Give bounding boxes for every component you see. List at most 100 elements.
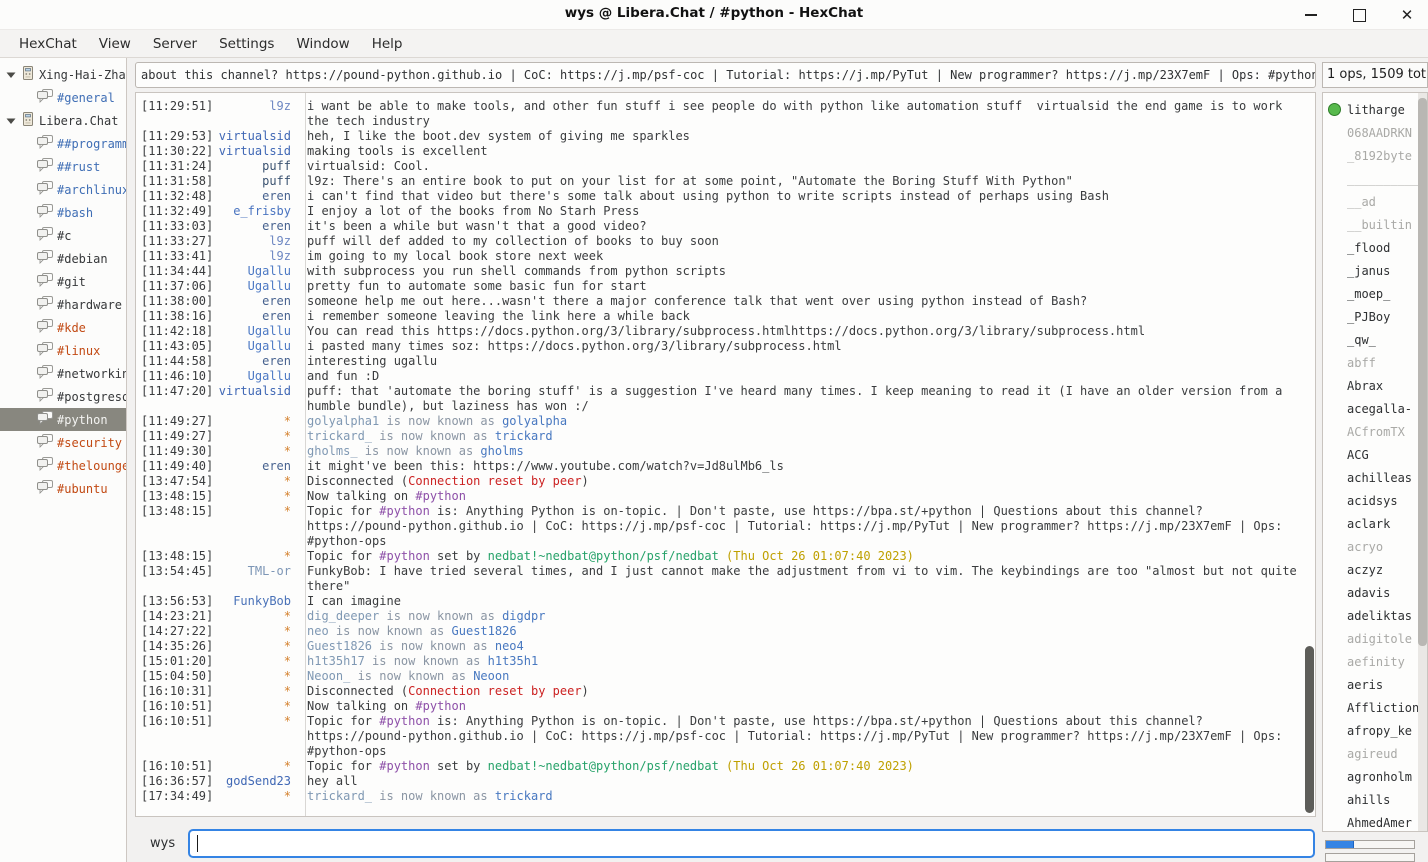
nick[interactable]: *	[213, 489, 298, 504]
network-item-Xing-Hai-Zhan[interactable]: Xing-Hai-Zhan	[0, 63, 126, 86]
menu-item-settings[interactable]: Settings	[208, 32, 285, 56]
user-list-item[interactable]: _qw_	[1323, 328, 1427, 351]
menu-item-help[interactable]: Help	[361, 32, 414, 56]
menu-item-view[interactable]: View	[88, 32, 142, 56]
nick[interactable]: *	[213, 429, 298, 444]
user-list-item[interactable]: _PJBoy	[1323, 305, 1427, 328]
nick[interactable]: eren	[213, 219, 298, 234]
nick[interactable]: Ugallu	[213, 279, 298, 294]
user-list-item[interactable]: aefinity	[1323, 650, 1427, 673]
channel-item-archlinux[interactable]: #archlinux	[0, 178, 126, 201]
nick[interactable]: Ugallu	[213, 369, 298, 384]
nick[interactable]: *	[213, 549, 298, 564]
user-list-item[interactable]: adeliktas	[1323, 604, 1427, 627]
channel-item-security[interactable]: #security	[0, 431, 126, 454]
user-list-item[interactable]: acryo	[1323, 535, 1427, 558]
topic-bar[interactable]: about this channel? https://pound-python…	[135, 62, 1316, 88]
user-list-item[interactable]: ahills	[1323, 788, 1427, 811]
nick[interactable]: virtualsid	[213, 384, 298, 414]
channel-item-hardware[interactable]: #hardware	[0, 293, 126, 316]
user-list-item[interactable]: _janus	[1323, 259, 1427, 282]
nick[interactable]: *	[213, 609, 298, 624]
user-list-item[interactable]: afropy_ke	[1323, 719, 1427, 742]
nick[interactable]: puff	[213, 174, 298, 189]
user-list-item[interactable]: Abrax	[1323, 374, 1427, 397]
user-list-item[interactable]: ___________	[1323, 167, 1427, 190]
nick[interactable]: *	[213, 669, 298, 684]
channel-item-debian[interactable]: #debian	[0, 247, 126, 270]
user-list-item[interactable]: adavis	[1323, 581, 1427, 604]
user-list-item[interactable]: 068AADRKN	[1323, 121, 1427, 144]
channel-item-rust[interactable]: ##rust	[0, 155, 126, 178]
nick[interactable]: *	[213, 714, 298, 759]
nick[interactable]: l9z	[213, 249, 298, 264]
close-icon[interactable]: ✕	[1396, 4, 1418, 26]
user-list-item[interactable]: aeris	[1323, 673, 1427, 696]
menu-item-window[interactable]: Window	[285, 32, 360, 56]
menu-item-server[interactable]: Server	[142, 32, 208, 56]
nick[interactable]: *	[213, 414, 298, 429]
user-list-item[interactable]: adigitole	[1323, 627, 1427, 650]
user-list-item[interactable]: __builtin	[1323, 213, 1427, 236]
user-list-item[interactable]: achilleas	[1323, 466, 1427, 489]
user-list-item[interactable]: acidsys	[1323, 489, 1427, 512]
nick[interactable]: *	[213, 624, 298, 639]
nick[interactable]: l9z	[213, 99, 298, 129]
nick[interactable]: eren	[213, 189, 298, 204]
user-list-item[interactable]: __ad	[1323, 190, 1427, 213]
channel-item-python[interactable]: #python	[0, 408, 126, 431]
channel-item-git[interactable]: #git	[0, 270, 126, 293]
nick[interactable]: *	[213, 684, 298, 699]
menu-item-hexchat[interactable]: HexChat	[8, 32, 88, 56]
channel-item-networking[interactable]: #networking	[0, 362, 126, 385]
channel-item-programming[interactable]: ##programming	[0, 132, 126, 155]
nick[interactable]: Ugallu	[213, 339, 298, 354]
channel-item-ubuntu[interactable]: #ubuntu	[0, 477, 126, 500]
nick[interactable]: l9z	[213, 234, 298, 249]
channel-item-thelounge[interactable]: #thelounge	[0, 454, 126, 477]
user-list-item[interactable]: aclark	[1323, 512, 1427, 535]
nick[interactable]: TML-or	[213, 564, 298, 594]
user-list-item[interactable]: ACfromTX	[1323, 420, 1427, 443]
channel-item-linux[interactable]: #linux	[0, 339, 126, 362]
channel-item-postgresql[interactable]: #postgresql	[0, 385, 126, 408]
chat-scrollbar[interactable]	[1305, 646, 1314, 813]
user-list-item[interactable]: ACG	[1323, 443, 1427, 466]
channel-item-c[interactable]: #c	[0, 224, 126, 247]
maximize-icon[interactable]	[1348, 4, 1370, 26]
nick[interactable]: *	[213, 654, 298, 669]
nick[interactable]: eren	[213, 309, 298, 324]
channel-item-general[interactable]: #general	[0, 86, 126, 109]
nick[interactable]: *	[213, 789, 298, 804]
nick[interactable]: puff	[213, 159, 298, 174]
nick[interactable]: eren	[213, 294, 298, 309]
nick[interactable]: godSend23	[213, 774, 298, 789]
user-list-item[interactable]: _8192byte	[1323, 144, 1427, 167]
nick[interactable]: e_frisby	[213, 204, 298, 219]
user-list-item[interactable]: abff	[1323, 351, 1427, 374]
expander-icon[interactable]	[4, 114, 18, 128]
user-list-item[interactable]: _flood	[1323, 236, 1427, 259]
nick[interactable]: *	[213, 699, 298, 714]
nick[interactable]: *	[213, 504, 298, 549]
nick[interactable]: virtualsid	[213, 144, 298, 159]
nick[interactable]: *	[213, 639, 298, 654]
expander-icon[interactable]	[4, 68, 18, 82]
message-input[interactable]	[190, 831, 1313, 856]
nick[interactable]: FunkyBob	[213, 594, 298, 609]
channel-item-bash[interactable]: #bash	[0, 201, 126, 224]
message-input-box[interactable]	[188, 829, 1315, 858]
nick[interactable]: *	[213, 474, 298, 489]
user-list-item[interactable]: aczyz	[1323, 558, 1427, 581]
nick[interactable]: Ugallu	[213, 264, 298, 279]
nick[interactable]: virtualsid	[213, 129, 298, 144]
network-item-Libera.Chat[interactable]: Libera.Chat	[0, 109, 126, 132]
user-list-item[interactable]: litharge	[1323, 98, 1427, 121]
nick[interactable]: eren	[213, 459, 298, 474]
user-list-item[interactable]: agronholm	[1323, 765, 1427, 788]
user-list-item[interactable]: acegalla-	[1323, 397, 1427, 420]
user-list-item[interactable]: _moep_	[1323, 282, 1427, 305]
minimize-icon[interactable]	[1300, 4, 1322, 26]
nick[interactable]: Ugallu	[213, 324, 298, 339]
channel-item-kde[interactable]: #kde	[0, 316, 126, 339]
